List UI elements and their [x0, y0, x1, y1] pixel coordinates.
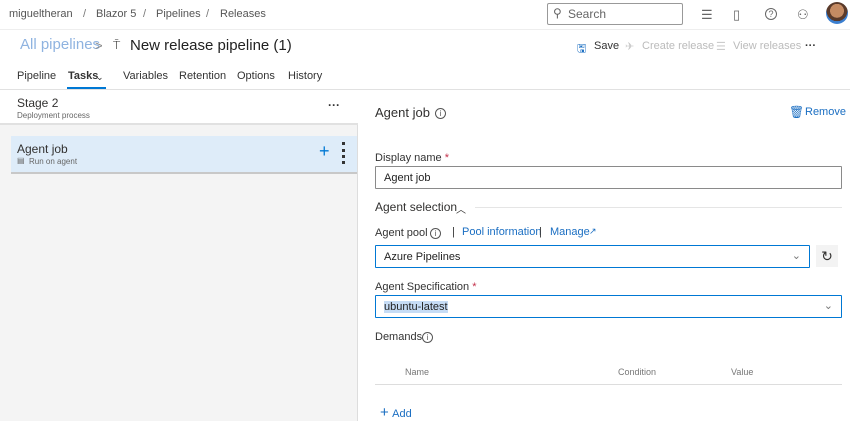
add-demand-button[interactable]: + Add — [380, 404, 412, 421]
breadcrumb-separator: / — [83, 8, 87, 20]
select-value: Azure Pipelines — [384, 251, 461, 263]
release-pipeline-icon: ⍑ — [113, 38, 121, 52]
stage-name: Stage 2 — [17, 96, 59, 110]
user-settings-icon[interactable]: ⚇ — [797, 7, 809, 23]
select-value: ubuntu-latest — [384, 301, 448, 313]
add-task-button[interactable]: + — [319, 142, 330, 160]
agent-spec-select[interactable]: ubuntu-latest ⌄ — [375, 295, 842, 318]
stage-header[interactable]: Stage 2 Deployment process ··· — [0, 90, 358, 125]
agent-spec-label: Agent Specification * — [375, 281, 477, 293]
demands-label: Demands — [375, 331, 423, 343]
tab-history[interactable]: History — [288, 70, 322, 82]
search-input[interactable]: ⚲ Search — [547, 3, 683, 25]
avatar[interactable] — [826, 2, 848, 24]
breadcrumb-releases[interactable]: Releases — [220, 8, 266, 20]
stage-subtitle: Deployment process — [17, 111, 90, 120]
breadcrumb-org[interactable]: migueltheran — [9, 8, 73, 20]
drag-handle-icon[interactable] — [342, 142, 345, 164]
remove-button[interactable]: Remove — [805, 106, 846, 118]
refresh-button[interactable]: ↻ — [816, 245, 838, 267]
breadcrumb-separator: / — [206, 8, 210, 20]
view-releases-button[interactable]: View releases — [733, 40, 801, 52]
tab-pipeline[interactable]: Pipeline — [17, 70, 56, 82]
breadcrumb-project[interactable]: Blazor 5 — [96, 8, 136, 20]
label-text: Agent Specification — [375, 281, 470, 293]
required-marker: * — [444, 152, 449, 164]
pool-information-link[interactable]: Pool information — [462, 226, 542, 238]
stage-more-button[interactable]: ··· — [328, 98, 340, 112]
display-name-field[interactable]: Agent job — [375, 166, 842, 189]
tab-variables[interactable]: Variables — [123, 70, 168, 82]
list-icon: ☰ — [716, 41, 726, 53]
breadcrumb-separator: / — [143, 8, 147, 20]
search-icon: ⚲ — [553, 6, 562, 20]
divider — [0, 29, 850, 30]
info-icon[interactable]: i — [435, 108, 446, 119]
required-marker: * — [472, 281, 477, 293]
create-release-button[interactable]: Create release — [642, 40, 714, 52]
save-button[interactable]: Save — [594, 40, 619, 52]
separator: | — [539, 226, 542, 238]
chevron-down-icon: ⌄ — [96, 72, 104, 82]
trash-icon: 🗑 — [789, 105, 805, 119]
chevron-down-icon: ⌄ — [791, 250, 801, 262]
chevron-down-icon: ⌄ — [823, 300, 833, 312]
tab-tasks[interactable]: Tasks — [68, 70, 98, 82]
all-pipelines-link[interactable]: All pipelines — [20, 36, 100, 53]
manage-link[interactable]: Manage — [550, 226, 590, 238]
chevron-up-icon[interactable]: ︿ — [456, 201, 466, 216]
label-text: Display name — [375, 152, 442, 164]
save-icon: 🖫 — [577, 43, 587, 55]
add-label: Add — [392, 408, 412, 420]
refresh-icon: ↻ — [821, 248, 833, 264]
job-name: Agent job — [17, 142, 68, 156]
agent-pool-select[interactable]: Azure Pipelines ⌄ — [375, 245, 810, 268]
help-icon[interactable]: ? — [765, 8, 777, 20]
breadcrumb-pipelines[interactable]: Pipelines — [156, 8, 201, 20]
external-link-icon: ↗ — [589, 226, 597, 236]
agent-job-item[interactable]: Agent job ▤ Run on agent + — [11, 136, 357, 174]
info-icon[interactable]: i — [422, 332, 433, 343]
search-placeholder: Search — [568, 7, 607, 21]
display-name-label: Display name * — [375, 152, 449, 164]
more-actions-button[interactable]: ··· — [805, 40, 816, 52]
plus-icon: + — [380, 404, 389, 421]
separator: | — [452, 226, 455, 238]
tab-retention[interactable]: Retention — [179, 70, 226, 82]
page-title: New release pipeline (1) — [130, 37, 292, 54]
server-icon: ▤ — [17, 156, 25, 165]
column-header-name: Name — [405, 367, 430, 377]
tab-options[interactable]: Options — [237, 70, 275, 82]
panel-title: Agent job — [375, 105, 430, 120]
info-icon[interactable]: i — [430, 228, 441, 239]
job-subtitle: Run on agent — [29, 157, 78, 166]
chevron-right-icon: > — [95, 38, 103, 53]
divider — [475, 207, 842, 208]
task-list-icon[interactable]: ☰ — [701, 7, 713, 23]
agent-selection-heading[interactable]: Agent selection — [375, 200, 457, 214]
column-header-condition: Condition — [618, 367, 657, 377]
column-header-value: Value — [731, 367, 754, 377]
agent-pool-label: Agent pool — [375, 227, 428, 239]
marketplace-bag-icon[interactable]: ▯ — [733, 7, 740, 23]
rocket-icon: ✈ — [625, 41, 635, 53]
table-divider — [375, 384, 842, 385]
